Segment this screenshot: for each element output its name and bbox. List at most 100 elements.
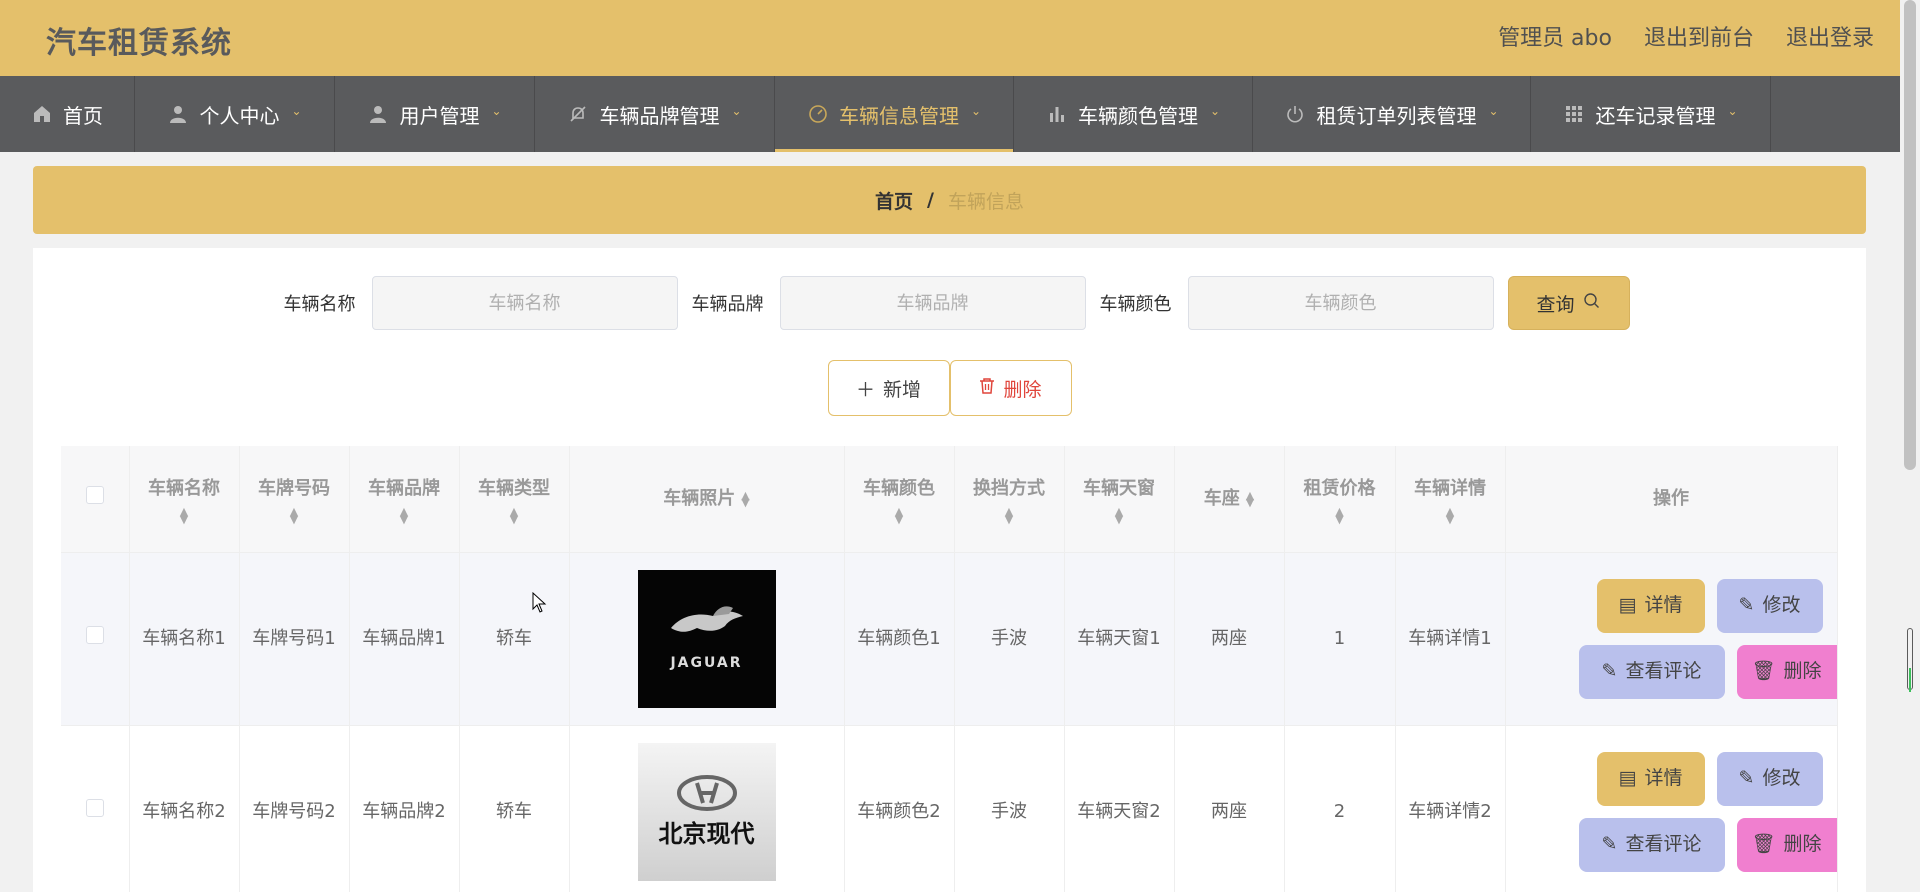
sort-icon[interactable]: ▲ ▼	[845, 506, 954, 525]
admin-name[interactable]: 管理员 abo	[1498, 20, 1612, 52]
header-label: 车辆详情	[1414, 477, 1486, 499]
vehicle-name-input[interactable]	[371, 276, 678, 330]
header-label: 车辆照片	[663, 487, 736, 509]
content-panel: 车辆名称 车辆品牌 车辆颜色 查询 ＋ 新增 删除 车辆名称 ▲▼	[33, 248, 1866, 892]
edit-button[interactable]: ✎ 修改	[1716, 578, 1823, 633]
select-all-checkbox[interactable]	[85, 485, 104, 504]
vehicle-brand-label: 车辆品牌	[691, 294, 764, 315]
column-header-gear[interactable]: 换挡方式 ▲ ▼	[954, 446, 1065, 553]
cell-name: 车辆名称1	[129, 552, 240, 726]
vehicle-brand-input[interactable]	[779, 276, 1086, 330]
column-header-plate[interactable]: 车牌号码 ▲ ▼	[239, 446, 350, 553]
row-checkbox[interactable]	[85, 626, 104, 644]
edit-label: 修改	[1762, 594, 1801, 616]
column-header-price[interactable]: 租赁价格 ▲ ▼	[1284, 446, 1396, 553]
view-comments-button[interactable]: ✎ 查看评论	[1578, 817, 1725, 872]
sort-icon[interactable]: ▲ ▼	[1285, 506, 1395, 525]
nav-item-rental-orders-management[interactable]: 租赁订单列表管理 ⌄	[1253, 76, 1531, 152]
delete-label: 删除	[1783, 660, 1822, 682]
sort-icon[interactable]: ▲ ▼	[1396, 506, 1505, 525]
sort-icon[interactable]: ▲ ▼	[350, 506, 459, 525]
scrollbar-thumb[interactable]	[1904, 0, 1916, 470]
chevron-down-icon: ⌄	[1209, 104, 1221, 118]
breadcrumb-home[interactable]: 首页	[875, 187, 913, 214]
column-header-photo[interactable]: 车辆照片 ▲ ▼	[569, 446, 845, 553]
power-icon	[1284, 103, 1306, 125]
nav-item-home[interactable]: 首页	[0, 76, 135, 152]
vehicle-photo[interactable]: JAGUAR	[637, 569, 776, 708]
sort-icon[interactable]: ▲ ▼	[1246, 490, 1254, 508]
home-icon	[31, 103, 53, 125]
nav-item-personal-center[interactable]: 个人中心 ⌄	[135, 76, 335, 152]
user-icon	[367, 103, 389, 125]
vehicle-photo[interactable]: 北京现代	[637, 742, 776, 881]
column-header-seat[interactable]: 车座 ▲ ▼	[1174, 446, 1285, 553]
plus-icon: ＋	[855, 378, 875, 401]
cell-price: 1	[1284, 552, 1396, 726]
sort-icon[interactable]: ▲ ▼	[741, 490, 749, 508]
sort-icon[interactable]: ▲ ▼	[130, 506, 239, 525]
cell-sunroof: 车辆天窗1	[1064, 552, 1175, 726]
nav-label: 还车记录管理	[1595, 103, 1716, 128]
chevron-down-icon: ⌄	[1727, 104, 1738, 118]
nav-item-return-records-management[interactable]: 还车记录管理 ⌄	[1531, 76, 1771, 152]
app-title: 汽车租赁系统	[46, 26, 232, 61]
chevron-down-icon: ⌄	[291, 104, 302, 118]
nav-item-color-management[interactable]: 车辆颜色管理 ⌄	[1014, 76, 1253, 152]
row-checkbox[interactable]	[85, 799, 104, 817]
sort-icon[interactable]: ▲ ▼	[240, 506, 349, 525]
detail-button[interactable]: ▤ 详情	[1596, 751, 1705, 806]
cell-color: 车辆颜色1	[844, 552, 955, 726]
sort-icon[interactable]: ▲ ▼	[1065, 506, 1174, 525]
cell-brand: 车辆品牌1	[349, 552, 460, 726]
vehicle-color-input[interactable]	[1187, 276, 1494, 330]
chevron-down-icon: ⌄	[970, 104, 982, 118]
row-actions: ▤ 详情 ✎ 修改 ✎ 查看评论 🗑 删除	[1506, 578, 1837, 699]
column-header-detail[interactable]: 车辆详情 ▲ ▼	[1395, 446, 1506, 553]
nav-label: 车辆信息管理	[838, 103, 959, 128]
breadcrumb: 首页 / 车辆信息	[33, 166, 1866, 234]
mouse-cursor-icon	[532, 591, 548, 618]
nav-label: 首页	[63, 103, 103, 128]
query-button[interactable]: 查询	[1507, 276, 1630, 330]
delete-button[interactable]: 🗑 删除	[1736, 817, 1837, 872]
sort-icon[interactable]: ▲ ▼	[460, 506, 569, 525]
nav-item-vehicle-info-management[interactable]: 车辆信息管理 ⌄	[775, 76, 1014, 152]
edit-button[interactable]: ✎ 修改	[1716, 751, 1823, 806]
table-row: 车辆名称2 车牌号码2 车辆品牌2 轿车 北京现代 车辆颜色2 手波 车辆天窗2…	[61, 725, 1838, 892]
exit-to-front-link[interactable]: 退出到前台	[1644, 20, 1754, 52]
table-header-row: 车辆名称 ▲ ▼ 车牌号码 ▲ ▼ 车辆品牌 ▲ ▼ 车辆类型 ▲ ▼ 车辆照片 ▲ ▼ 车辆颜色 ▲…	[61, 446, 1838, 553]
column-header-type[interactable]: 车辆类型 ▲ ▼	[459, 446, 570, 553]
vertical-scrollbar[interactable]	[1900, 0, 1920, 892]
nav-item-user-management[interactable]: 用户管理 ⌄	[335, 76, 535, 152]
column-header-name[interactable]: 车辆名称 ▲ ▼	[129, 446, 240, 553]
header-label: 车辆类型	[478, 477, 550, 499]
header-label: 车辆名称	[148, 477, 220, 499]
row-select-cell	[61, 725, 130, 892]
detail-button[interactable]: ▤ 详情	[1596, 578, 1705, 633]
delete-label: 删除	[1003, 378, 1042, 401]
logout-link[interactable]: 退出登录	[1786, 20, 1874, 52]
add-button[interactable]: ＋ 新增	[827, 360, 950, 416]
search-form: 车辆名称 车辆品牌 车辆颜色 查询	[33, 276, 1866, 330]
cell-plate: 车牌号码1	[239, 552, 350, 726]
column-header-ops: 操作	[1505, 446, 1838, 553]
edit-icon: ✎	[1601, 660, 1618, 682]
cell-price: 2	[1284, 725, 1396, 892]
chevron-down-icon: ⌄	[731, 104, 742, 118]
delete-button[interactable]: 🗑 删除	[1736, 644, 1837, 699]
cell-seat: 两座	[1174, 725, 1285, 892]
batch-delete-button[interactable]: 删除	[949, 360, 1072, 416]
column-header-color[interactable]: 车辆颜色 ▲ ▼	[844, 446, 955, 553]
vehicle-color-label: 车辆颜色	[1099, 294, 1172, 315]
trash-icon: 🗑	[1751, 833, 1776, 855]
view-comments-button[interactable]: ✎ 查看评论	[1578, 644, 1725, 699]
cell-brand: 车辆品牌2	[349, 725, 460, 892]
nav-item-brand-management[interactable]: 车辆品牌管理 ⌄	[535, 76, 775, 152]
column-header-brand[interactable]: 车辆品牌 ▲ ▼	[349, 446, 460, 553]
column-header-sunroof[interactable]: 车辆天窗 ▲ ▼	[1064, 446, 1175, 553]
cell-photo: JAGUAR	[569, 552, 845, 726]
cell-ops: ▤ 详情 ✎ 修改 ✎ 查看评论 🗑 删除	[1505, 552, 1838, 726]
scroll-marker-indicator	[1909, 668, 1911, 692]
sort-icon[interactable]: ▲ ▼	[955, 506, 1064, 525]
